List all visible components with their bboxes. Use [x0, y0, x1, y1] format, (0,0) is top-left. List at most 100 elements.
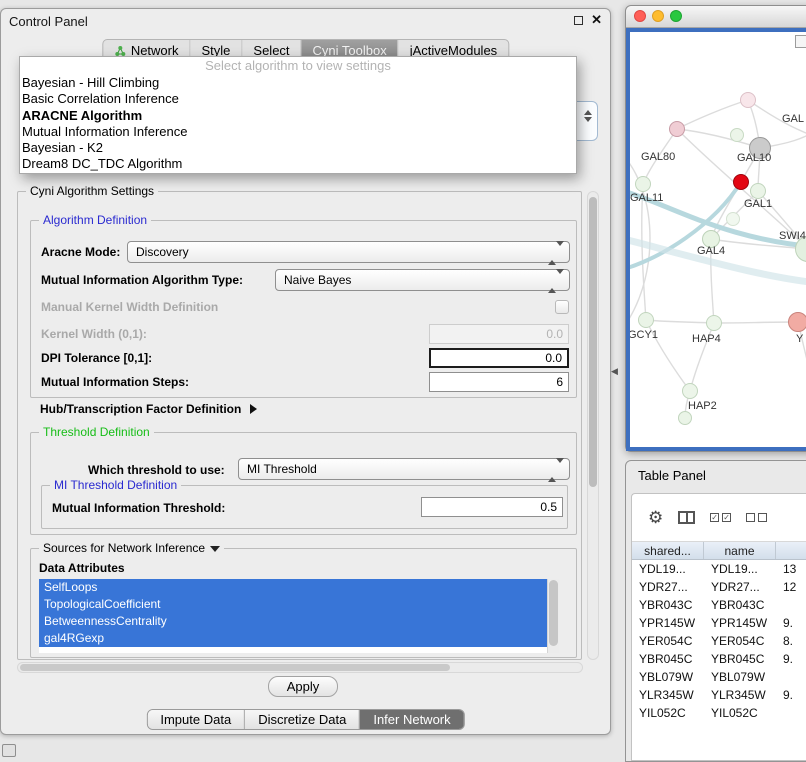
network-node[interactable] — [740, 92, 756, 108]
network-node-gal11[interactable] — [635, 176, 651, 192]
column-header-name[interactable]: name — [704, 542, 776, 559]
apply-button[interactable]: Apply — [268, 676, 338, 697]
bottom-tab-discretize-data[interactable]: Discretize Data — [244, 710, 359, 729]
network-node[interactable] — [733, 174, 749, 190]
table-row[interactable]: YDL19...YDL19...13 — [632, 560, 806, 578]
network-node-gal80[interactable] — [669, 121, 685, 137]
node-label: GAL — [782, 113, 804, 125]
table-cell: YDL19... — [632, 560, 704, 578]
hub-definition-toggle[interactable]: Hub/Transcription Factor Definition — [40, 402, 257, 416]
algorithm-option-aracne-algorithm[interactable]: ARACNE Algorithm — [20, 108, 576, 124]
node-label: HAP4 — [692, 333, 721, 345]
mi-threshold-definition-group: MI Threshold Definition Mutual Informati… — [41, 485, 568, 529]
algorithm-option-bayesian-hill-climbing[interactable]: Bayesian - Hill Climbing — [20, 75, 576, 91]
unselect-all-icon[interactable] — [746, 513, 767, 522]
algorithm-option-basic-correlation-inference[interactable]: Basic Correlation Inference — [20, 91, 576, 107]
network-node[interactable] — [726, 212, 740, 226]
kernel-width-label: Kernel Width (0,1): — [41, 327, 147, 341]
window-buttons: ✕ — [574, 15, 602, 25]
which-threshold-select[interactable]: MI Threshold — [238, 458, 570, 480]
cyni-algorithm-settings-group: Cyni Algorithm Settings Algorithm Defini… — [17, 191, 582, 660]
network-node-gcy1[interactable] — [638, 312, 654, 328]
network-node-hap4[interactable] — [706, 315, 722, 331]
aracne-mode-label: Aracne Mode: — [41, 245, 120, 259]
minimize-button[interactable] — [652, 10, 664, 22]
attribute-item-selfloops[interactable]: SelfLoops — [39, 579, 547, 596]
list-scrollbar[interactable] — [547, 579, 559, 653]
expand-arrow-icon — [250, 404, 257, 414]
mi-threshold-input[interactable] — [421, 497, 563, 517]
manual-kernel-checkbox[interactable] — [555, 300, 569, 314]
panel-divider-arrow[interactable]: ◀ — [611, 366, 618, 377]
network-node[interactable] — [678, 411, 692, 425]
table-toolbar: ⚙ — [632, 494, 806, 542]
table-cell: YPR145W — [704, 614, 776, 632]
table-cell: YER054C — [704, 632, 776, 650]
close-button[interactable] — [634, 10, 646, 22]
data-attributes-listbox: SelfLoopsTopologicalCoefficientBetweenne… — [39, 579, 559, 653]
algorithm-option-bayesian-k2[interactable]: Bayesian - K2 — [20, 140, 576, 156]
combo-stepper-icon — [548, 246, 564, 260]
network-node-hap2[interactable] — [682, 383, 698, 399]
float-window-icon[interactable] — [574, 16, 583, 25]
column-header-2[interactable] — [776, 542, 806, 559]
algorithm-option-mutual-information-inference[interactable]: Mutual Information Inference — [20, 124, 576, 140]
control-panel-window: Control Panel ✕ NetworkStyleSelectCyni T… — [0, 8, 611, 735]
table-row[interactable]: YPR145WYPR145W9. — [632, 614, 806, 632]
data-attributes-label: Data Attributes — [39, 561, 125, 575]
network-node-gal1[interactable] — [750, 183, 766, 199]
select-all-icon[interactable] — [710, 513, 731, 522]
table-row[interactable]: YER054CYER054C8. — [632, 632, 806, 650]
sources-title[interactable]: Sources for Network Inference — [39, 541, 224, 555]
bottom-tab-infer-network[interactable]: Infer Network — [359, 710, 463, 729]
bottom-tab-bar: Impute DataDiscretize DataInfer Network — [146, 709, 464, 730]
attribute-item-gal4rgexp[interactable]: gal4RGexp — [39, 630, 547, 647]
mi-threshold-label: Mutual Information Threshold: — [52, 501, 225, 515]
columns-icon[interactable] — [678, 511, 695, 524]
kernel-width-input[interactable] — [429, 324, 569, 344]
threshold-definition-group: Threshold Definition Which threshold to … — [30, 432, 577, 535]
table-cell: YPR145W — [632, 614, 704, 632]
settings-vertical-scrollbar[interactable] — [587, 191, 599, 660]
bottom-tab-impute-data[interactable]: Impute Data — [147, 710, 244, 729]
table-cell: YDR27... — [632, 578, 704, 596]
table-row[interactable]: YLR345WYLR345W9. — [632, 686, 806, 704]
network-node-y[interactable] — [788, 312, 806, 332]
table-row[interactable]: YIL052CYIL052C — [632, 704, 806, 722]
scrollbar-thumb[interactable] — [589, 197, 597, 487]
table-row[interactable]: YDR27...YDR27...12 — [632, 578, 806, 596]
algorithm-popup-list: Bayesian - Hill ClimbingBasic Correlatio… — [20, 75, 576, 173]
aracne-mode-select[interactable]: Discovery — [127, 241, 570, 263]
canvas-scroll-corner[interactable] — [795, 35, 806, 48]
network-window-titlebar[interactable] — [626, 6, 806, 28]
mi-algorithm-type-value: Naive Bayes — [284, 273, 351, 287]
mi-algorithm-type-select[interactable]: Naive Bayes — [275, 269, 570, 291]
table-cell: YIL052C — [704, 704, 776, 722]
network-node[interactable] — [730, 128, 744, 142]
mi-steps-input[interactable] — [429, 372, 569, 392]
settings-horizontal-scrollbar[interactable] — [17, 662, 583, 673]
node-label: GCY1 — [630, 329, 658, 341]
close-icon[interactable]: ✕ — [591, 15, 602, 25]
table-cell: 9. — [776, 650, 806, 668]
zoom-button[interactable] — [670, 10, 682, 22]
algorithm-option-dream8-dc-tdc-algorithm[interactable]: Dream8 DC_TDC Algorithm — [20, 156, 576, 172]
collapsed-panel-icon[interactable] — [2, 744, 16, 757]
table-row[interactable]: YBR045CYBR045C9. — [632, 650, 806, 668]
mi-steps-label: Mutual Information Steps: — [41, 375, 189, 389]
algorithm-popup: Select algorithm to view settings Bayesi… — [19, 56, 577, 174]
dpi-tolerance-input[interactable] — [429, 348, 569, 368]
sources-title-text: Sources for Network Inference — [43, 541, 205, 555]
attribute-item-topologicalcoefficient[interactable]: TopologicalCoefficient — [39, 596, 547, 613]
manual-kernel-label: Manual Kernel Width Definition — [41, 300, 218, 314]
gear-icon[interactable]: ⚙ — [648, 509, 663, 526]
checkbox-glyph — [746, 513, 755, 522]
network-canvas[interactable]: GAL80GAL10GAL11GAL1SWI4GAL4GCY1HAP4YHAP2… — [630, 32, 806, 447]
attribute-item-betweennesscentrality[interactable]: BetweennessCentrality — [39, 613, 547, 630]
table-row[interactable]: YBL079WYBL079W — [632, 668, 806, 686]
scrollbar-thumb[interactable] — [20, 664, 450, 671]
algorithm-definition-group: Algorithm Definition Aracne Mode: Discov… — [30, 220, 577, 398]
settings-group-title: Cyni Algorithm Settings — [26, 184, 158, 198]
column-header-shared[interactable]: shared... — [632, 542, 704, 559]
table-row[interactable]: YBR043CYBR043C — [632, 596, 806, 614]
